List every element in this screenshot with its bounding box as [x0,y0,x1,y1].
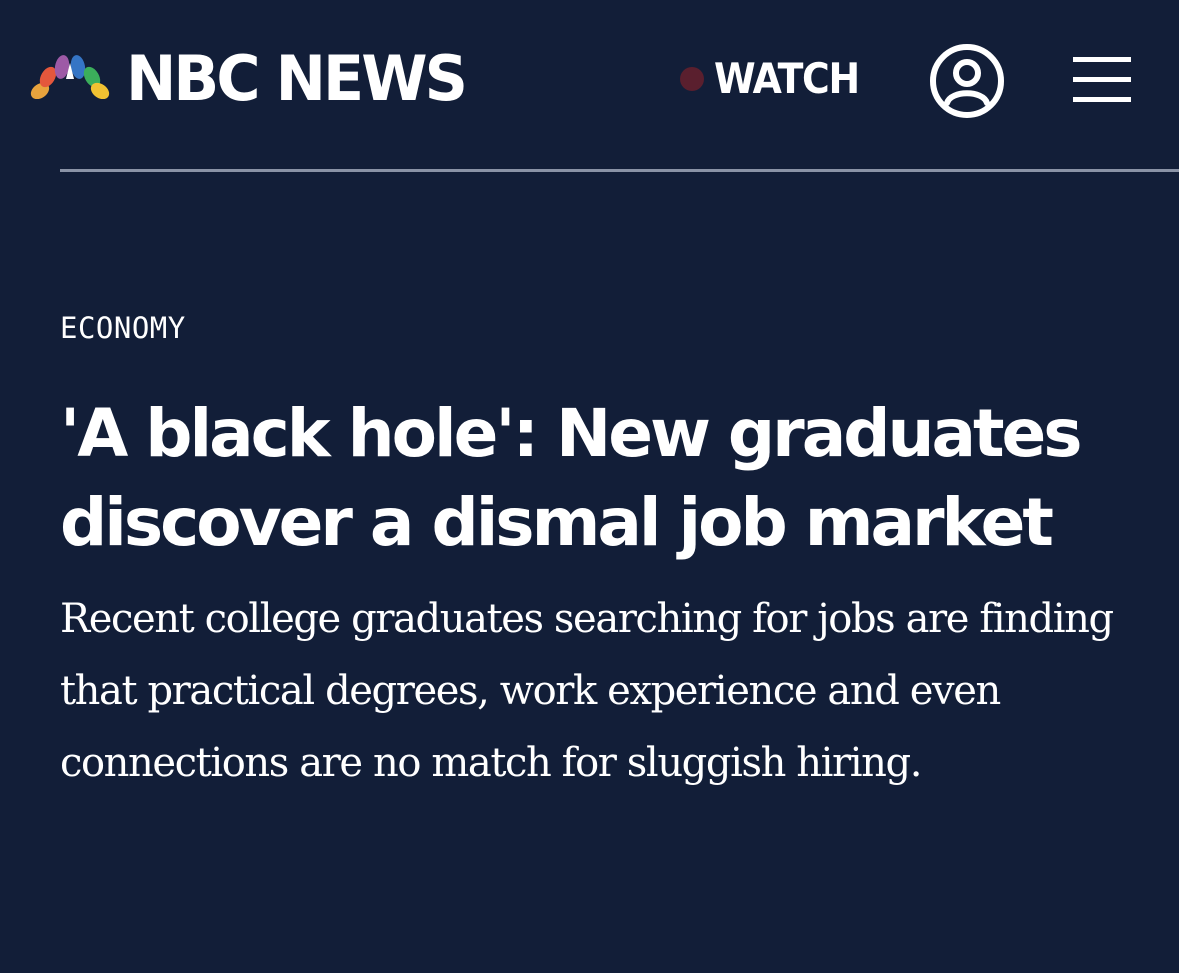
headline-line-2: discover a dismal job market [60,484,1054,561]
section-label[interactable]: ECONOMY [60,314,1150,343]
header-divider [60,169,1179,172]
article-header: ECONOMY 'A black hole': New graduates di… [60,300,1150,799]
site-header: NBC NEWS WATCH [0,0,1179,172]
watch-live-button[interactable]: WATCH [680,58,875,100]
headline-line-1: 'A black hole': New graduates [60,395,1083,472]
logo-wordmark: NBC NEWS [126,42,468,115]
article-headline: 'A black hole': New graduates discover a… [60,389,1150,567]
user-account-icon[interactable] [928,42,1006,120]
nbc-news-logo[interactable]: NBC NEWS [28,48,476,110]
menu-bar-top [1073,57,1131,62]
live-dot-icon [680,67,704,91]
nbc-peacock-icon [30,55,110,105]
menu-bar-bottom [1073,97,1131,102]
menu-bar-middle [1073,77,1131,82]
article-dek: Recent college graduates searching for j… [60,596,1114,786]
watch-label: WATCH [714,54,860,103]
hamburger-menu-icon[interactable] [1073,55,1133,105]
